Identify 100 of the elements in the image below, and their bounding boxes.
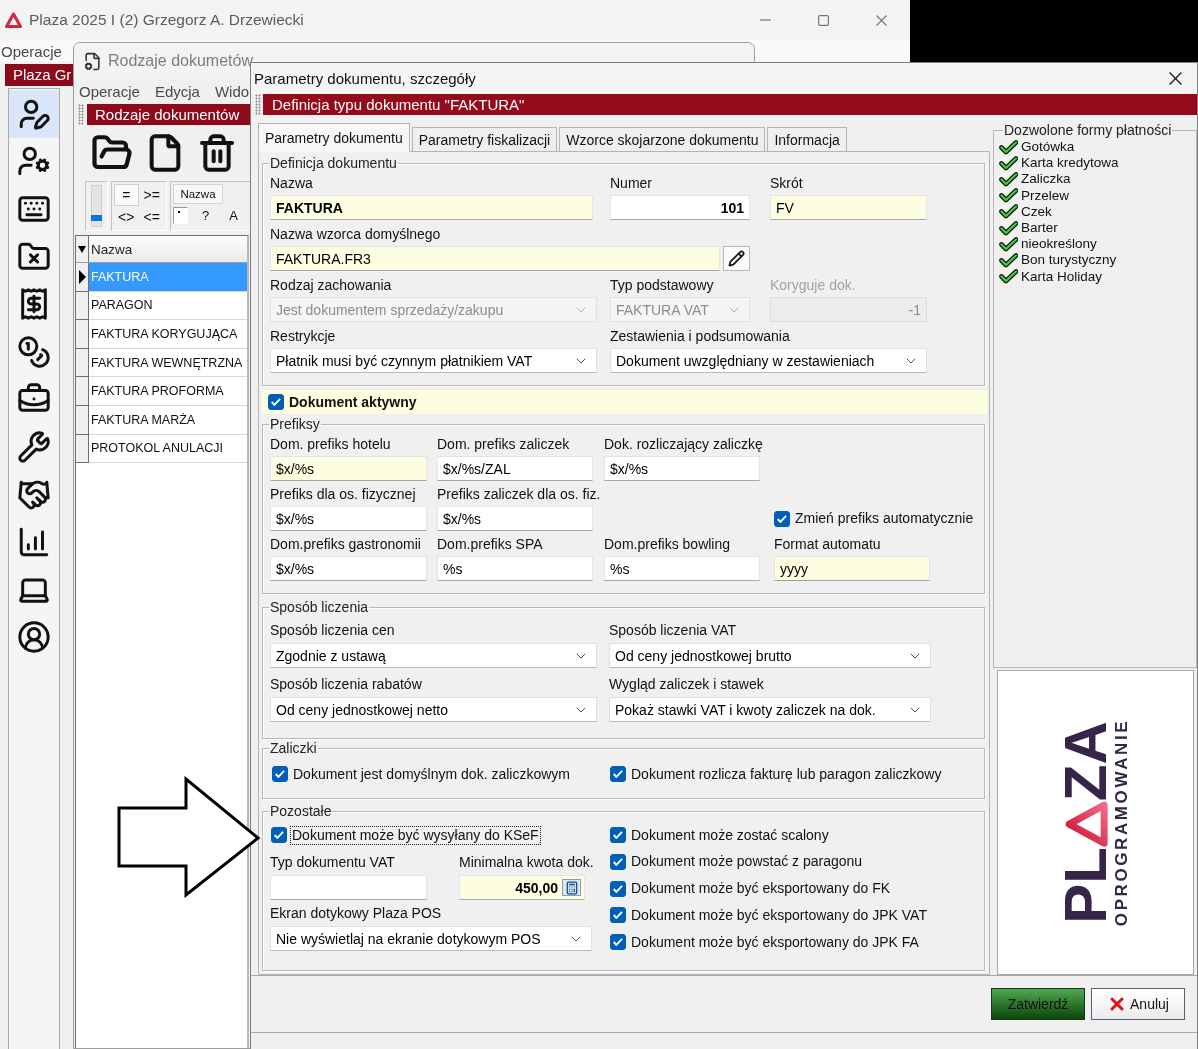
checkbox[interactable] [272,766,288,782]
edit-button[interactable] [723,246,750,271]
filter-button[interactable]: ? [196,208,216,223]
checkmark-icon[interactable] [999,220,1018,236]
text-field[interactable]: $x/%s [270,556,427,581]
checkbox[interactable] [610,766,626,782]
checkmark-icon[interactable] [999,155,1018,171]
checkbox[interactable] [610,880,626,897]
minimize-icon [759,19,771,21]
text-field[interactable]: $x/%s/ZAL [437,456,593,481]
tab[interactable]: Wzorce skojarzone dokumentu [559,127,766,152]
checkmark-icon[interactable] [999,269,1018,285]
checkbox-label[interactable]: Dokument może być eksportowany do JPK FA [629,932,921,952]
column-tab[interactable]: Nazwa [173,184,223,204]
calculator-icon[interactable] [562,879,581,896]
sidebar-button[interactable] [9,90,59,138]
row-indicator[interactable] [76,263,89,292]
tick-icon [613,884,623,893]
checkmark-icon[interactable] [999,236,1018,252]
menu-item[interactable]: Operacje [1,42,62,60]
tick-icon [613,911,623,920]
slider-track[interactable] [91,185,102,227]
text-field[interactable]: %s [437,556,593,581]
checkbox-label[interactable]: Dokument jest domyślnym dok. zaliczkowym [291,764,572,784]
checkbox[interactable] [268,394,284,410]
checkbox[interactable] [610,907,626,924]
tab[interactable]: Parametry fiskalizacji [411,127,558,152]
text-field[interactable]: $x/%s [270,506,427,531]
checkbox[interactable] [271,827,287,843]
tick-icon [613,831,623,839]
menu-item[interactable]: Wido [214,82,250,100]
section-banner: Plaza Gr [5,64,73,86]
tab[interactable]: Informacja [767,127,847,152]
text-field[interactable]: %s [604,556,760,581]
checkbox[interactable] [774,510,790,527]
field-label: Nazwa wzorca domyślnego [270,226,441,243]
text-field[interactable]: FAKTURA [270,195,593,220]
text-field[interactable]: $x/%s [604,456,760,481]
dropdown[interactable]: Od ceny jednostkowej brutto [609,643,931,668]
checkbox-label[interactable]: Dokument może być eksportowany do JPK VAT [629,905,929,925]
field-label: Dom.prefiks bowling [604,536,731,553]
document-gear-icon [83,51,102,71]
dropdown[interactable]: Pokaż stawki VAT i kwoty zaliczek na dok. [609,697,931,722]
logo-tagline: OPROGRAMOWANIE [1112,718,1131,927]
checkbox-label[interactable]: Dokument rozlicza fakturę lub paragon zaliczkowy [629,764,944,784]
checkbox-label[interactable]: Dokument może być wysyłany do KSeF [290,825,541,845]
dropdown[interactable]: Dokument uwzględniany w zestawieniach [610,348,927,373]
operator-button[interactable]: <= [139,206,164,228]
checkbox-label[interactable]: Zmień prefiks automatycznie [793,509,976,528]
field-label: Wygląd zaliczek i stawek [609,676,764,693]
checkbox[interactable] [610,934,626,950]
dropdown[interactable]: Płatnik musi być czynnym płatnikiem VAT [270,348,597,373]
tick-icon [613,770,623,778]
checkmark-icon[interactable] [999,139,1018,155]
tick-icon [274,831,284,839]
field-label: Numer [610,175,652,192]
field-label: Prefiks dla os. fizycznej [270,486,416,503]
tab[interactable]: Parametry dokumentu [258,123,410,152]
grip-icon [255,94,261,115]
group-title: Sposób liczenia [269,599,370,616]
cancel-button[interactable]: Anuluj [1091,988,1185,1020]
checkbox[interactable] [610,827,626,843]
dropdown[interactable]: Od ceny jednostkowej netto [270,697,597,722]
filter-button[interactable]: A [223,208,244,223]
amount-field[interactable]: 450,00 [459,875,585,900]
payment-label: nieokreślony [1021,236,1097,253]
tick-icon [777,514,787,523]
checkmark-icon[interactable] [999,188,1018,204]
text-field[interactable]: yyyy [774,556,930,581]
checkmark-icon[interactable] [999,252,1018,268]
text-field[interactable]: FAKTURA.FR3 [270,246,720,271]
section-banner: Definicja typu dokumentu "FAKTURA" [263,94,1197,115]
text-field[interactable]: $x/%s [270,456,427,481]
text-field[interactable]: $x/%s [437,506,593,531]
menu-item[interactable]: Operacje [79,82,140,100]
checkbox[interactable] [610,853,626,870]
text-field[interactable] [270,875,427,900]
maximize-icon [817,14,829,26]
checkbox-label[interactable]: Dokument aktywny [287,392,419,412]
menu-item[interactable]: Edycja [154,82,200,100]
payment-label: Gotówka [1021,139,1075,156]
operator-button[interactable]: >= [139,184,164,206]
text-field[interactable]: FV [770,195,927,220]
dropdown[interactable]: Nie wyświetlaj na ekranie dotykowym POS [270,926,592,951]
checkbox-label[interactable]: Dokument może być eksportowany do FK [629,879,893,898]
sort-down-icon[interactable] [78,245,86,253]
triangle-icon [1064,801,1108,848]
text-field[interactable]: 101 [610,195,750,220]
checkmark-icon[interactable] [999,171,1018,187]
wrench-icon [17,429,51,464]
checkmark-icon[interactable] [999,204,1018,220]
dot-box-icon[interactable] [173,207,188,224]
operator-button[interactable]: <> [114,206,139,228]
field-label: Format automatu [774,536,881,553]
checkbox-label[interactable]: Dokument może powstać z paragonu [629,852,865,872]
delete-button[interactable] [197,133,237,173]
slider-thumb[interactable] [91,214,102,221]
operator-button[interactable]: = [114,184,139,206]
checkbox-label[interactable]: Dokument może zostać scalony [629,825,831,845]
dropdown[interactable]: Zgodnie z ustawą [270,643,597,668]
